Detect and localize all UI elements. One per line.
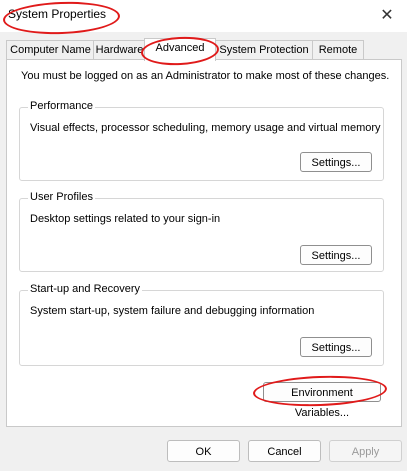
user-profiles-settings-button[interactable]: Settings... (300, 245, 372, 265)
advanced-tab-panel: You must be logged on as an Administrato… (6, 59, 402, 427)
tab-hardware[interactable]: Hardware (93, 40, 146, 60)
performance-settings-button[interactable]: Settings... (300, 152, 372, 172)
tab-computer-name[interactable]: Computer Name (6, 40, 95, 60)
startup-recovery-description: System start-up, system failure and debu… (30, 305, 315, 317)
apply-button[interactable]: Apply (329, 440, 402, 462)
performance-description: Visual effects, processor scheduling, me… (30, 122, 381, 134)
tab-system-protection[interactable]: System Protection (214, 40, 314, 60)
admin-note: You must be logged on as an Administrato… (21, 70, 390, 82)
ok-button[interactable]: OK (167, 440, 240, 462)
window-title: System Properties (8, 7, 107, 21)
startup-recovery-group: Start-up and Recovery System start-up, s… (19, 283, 384, 366)
user-profiles-group: User Profiles Desktop settings related t… (19, 191, 384, 272)
performance-title: Performance (28, 100, 95, 112)
title-bar: System Properties ✕ (0, 0, 407, 32)
cancel-button[interactable]: Cancel (248, 440, 321, 462)
system-properties-window: System Properties ✕ Computer Name Hardwa… (0, 0, 407, 471)
startup-recovery-settings-button[interactable]: Settings... (300, 337, 372, 357)
startup-recovery-title: Start-up and Recovery (28, 283, 143, 295)
tab-advanced[interactable]: Advanced (144, 38, 216, 61)
environment-variables-button[interactable]: Environment Variables... (263, 382, 381, 419)
user-profiles-title: User Profiles (28, 191, 95, 203)
tab-remote[interactable]: Remote (312, 40, 364, 60)
user-profiles-description: Desktop settings related to your sign-in (30, 213, 221, 225)
performance-group: Performance Visual effects, processor sc… (19, 100, 384, 181)
close-icon[interactable]: ✕ (375, 4, 399, 28)
